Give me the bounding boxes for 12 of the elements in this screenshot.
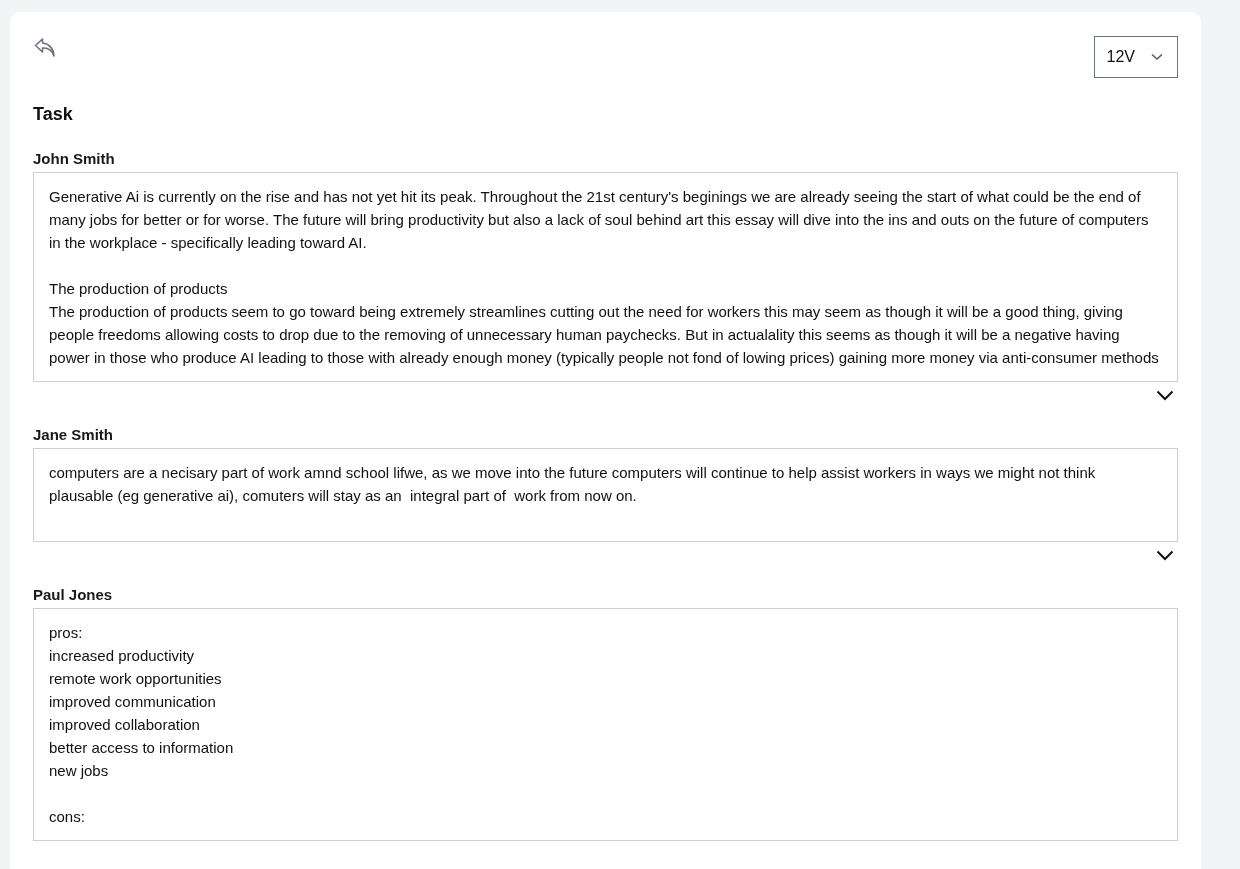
expand-toggle[interactable] bbox=[1156, 548, 1174, 562]
chevron-down-icon bbox=[1151, 53, 1163, 61]
author-name: Jane Smith bbox=[33, 426, 115, 444]
version-select[interactable]: 12V bbox=[1093, 36, 1178, 78]
author-name: Paul Jones bbox=[33, 586, 114, 604]
answer-box: computers are a necisary part of work amnd school lifwe, as we move into the future computers will continue to help assist workers in ways we might not think plausable (eg generative ai), comuters will stay as an integral part of work from now on. bbox=[33, 448, 1178, 542]
expand-toggle[interactable] bbox=[1156, 388, 1174, 402]
author-name: John Smith bbox=[33, 150, 116, 168]
answer-box: pros: increased productivity remote work opportunities improved communication improved collaboration better access to information new jobs cons: bbox=[33, 608, 1178, 841]
task-title: Task bbox=[33, 103, 74, 126]
back-button[interactable] bbox=[33, 36, 57, 60]
answer-box: Generative Ai is currently on the rise and has not yet hit its peak. Throughout the 21st century's beginings we are already seeing the start of what could be the end of many jobs for better or for worse. The future will bring productivity but also a lack of soul behind art this essay will dive into the ins and outs on the future of computers in the workplace - specifically leading toward AI. The production of products The production of products seem to go toward being extremely streamlines cutting out the need for workers this may seem as though it will be a good thing, giving people freedoms allowing costs to drop due to the removing of unnecessary human paychecks. But in actualality this seems as though it will be a negative having power in those who produce AI leading to those with already enough money (typically people not fond of lowing prices) gaining more money via anti-consumer methods bbox=[33, 172, 1178, 382]
